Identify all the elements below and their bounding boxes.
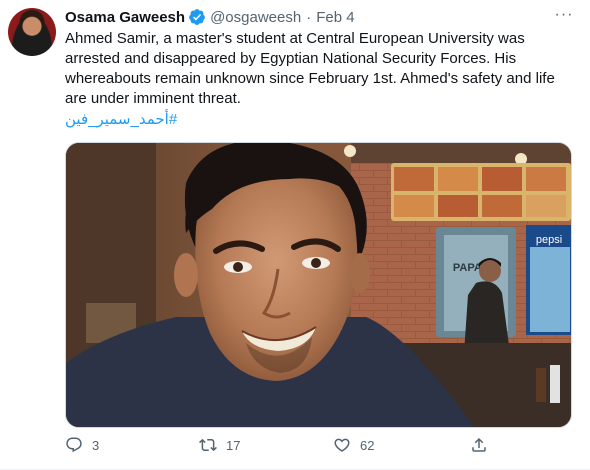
like-button[interactable]: 62 — [333, 436, 374, 454]
tweet-text: Ahmed Samir, a master's student at Centr… — [65, 30, 555, 107]
tweet-actions: 3 17 62 — [0, 436, 590, 460]
author-handle[interactable]: @osgaweesh — [210, 9, 301, 26]
share-button[interactable] — [470, 436, 488, 454]
reply-icon — [66, 437, 82, 453]
tweet-date[interactable]: Feb 4 — [316, 9, 354, 26]
retweet-icon — [199, 438, 217, 452]
hashtag-link[interactable]: #أحمد_سمير_فين — [65, 110, 177, 128]
pepsi-sign: pepsi — [536, 234, 562, 246]
avatar[interactable] — [8, 8, 56, 56]
heart-icon — [334, 438, 350, 452]
verified-badge-icon — [189, 9, 205, 25]
share-icon — [472, 437, 486, 452]
retweet-button[interactable]: 17 — [199, 436, 240, 454]
retweet-count: 17 — [226, 437, 241, 453]
more-options-icon[interactable]: ··· — [552, 7, 576, 26]
tweet[interactable]: Osama Gaweesh @osgaweesh · Feb 4 ··· Ahm… — [0, 0, 590, 470]
tweet-photo[interactable]: PAPA JO pepsi — [65, 142, 572, 428]
photo-illustration: PAPA JO pepsi — [66, 143, 571, 427]
reply-button[interactable]: 3 — [65, 436, 99, 454]
author-name[interactable]: Osama Gaweesh — [65, 9, 185, 26]
reply-count: 3 — [92, 437, 100, 453]
like-count: 62 — [360, 437, 375, 453]
separator-dot: · — [306, 8, 312, 26]
tweet-header: Osama Gaweesh @osgaweesh · Feb 4 — [65, 7, 355, 27]
